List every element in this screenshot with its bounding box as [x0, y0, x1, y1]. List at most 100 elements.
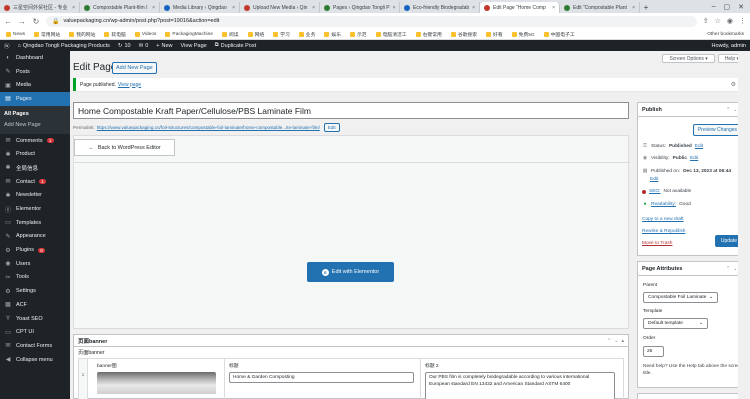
menu-dots-icon[interactable]: ⋮	[739, 17, 746, 25]
url-field[interactable]: 🔒 valuepackaging.cn/wp-admin/post.php?po…	[46, 15, 697, 27]
permalink-url[interactable]: https://www.valuepackaging.cn/foil-struc…	[97, 125, 320, 130]
star-icon[interactable]: ☆	[715, 17, 721, 25]
browser-tab[interactable]: Upload New Media ‹ Qin ×	[240, 2, 320, 13]
submenu-item[interactable]: Add New Page	[0, 120, 70, 131]
banner-image-thumbnail[interactable]	[97, 372, 216, 394]
bookmark-item[interactable]: 娱乐	[324, 31, 341, 38]
dismiss-icon[interactable]: ⚙	[731, 81, 736, 88]
bookmark-item[interactable]: 电脑清洁工	[375, 31, 407, 38]
bookmark-item[interactable]: 我的网站	[69, 31, 95, 38]
bookmark-item[interactable]: Videos	[134, 31, 156, 37]
menu-item-yoast[interactable]: Y Yoast SEO	[0, 312, 70, 326]
chevron-down-icon[interactable]: ⌄	[733, 266, 737, 272]
browser-tab[interactable]: Eco-friendly Biodegradab ×	[400, 2, 480, 13]
back-to-editor-button[interactable]: ← Back to WordPress Editor	[74, 139, 175, 156]
menu-item-comments[interactable]: ✉ Comments 1	[0, 134, 70, 148]
menu-item-templates[interactable]: ▭ Templates	[0, 216, 70, 230]
menu-item-contact[interactable]: ✉ Contact 1	[0, 175, 70, 189]
menu-item-pin[interactable]: ✎ Posts	[0, 65, 70, 79]
browser-tab[interactable]: 三星空间外贸社区 - 专业 ×	[0, 2, 80, 13]
chevron-up-icon[interactable]: ⌃	[726, 107, 730, 113]
move-to-trash-link[interactable]: Move to Trash	[642, 241, 672, 246]
toggle-panel-icon[interactable]: ▴	[621, 338, 624, 344]
comments-counter[interactable]: ✉ 0	[139, 43, 149, 49]
profile-icon[interactable]: ◉	[727, 17, 733, 25]
menu-item-newsletter[interactable]: ✱ Newsletter	[0, 189, 70, 203]
close-tab-icon[interactable]: ×	[312, 5, 315, 11]
bookmark-item[interactable]: 学习	[273, 31, 290, 38]
minimize-icon[interactable]: –	[712, 3, 716, 11]
menu-item-appearance[interactable]: ✎ Appearance	[0, 230, 70, 244]
browser-tab[interactable]: Compostable Plant-film I ×	[80, 2, 160, 13]
preview-changes-button[interactable]: Preview Changes	[692, 124, 742, 136]
browser-tab[interactable]: Edit “Compostable Plant ×	[560, 2, 640, 13]
published-edit-link[interactable]: Edit	[650, 177, 658, 182]
banner-title2-textarea[interactable]: Our PBS film is completely biodegradable…	[425, 372, 615, 399]
readability-link[interactable]: Readability:	[651, 202, 676, 207]
duplicate-post-link[interactable]: ⧉ Duplicate Post	[215, 42, 256, 49]
menu-item-users[interactable]: ◉ Users	[0, 257, 70, 271]
close-tab-icon[interactable]: ×	[72, 5, 75, 11]
close-tab-icon[interactable]: ×	[232, 5, 235, 11]
bookmark-item[interactable]: 网络	[247, 31, 264, 38]
bookmark-item[interactable]: 右键常用	[415, 31, 442, 38]
add-new-page-button[interactable]: Add New Page	[112, 62, 157, 74]
edit-with-elementor-button[interactable]: E Edit with Elementor	[307, 262, 394, 282]
chevron-down-icon[interactable]: ⌄	[733, 107, 737, 113]
rewrite-republish-link[interactable]: Rewrite & Republish	[642, 229, 685, 234]
template-select[interactable]: Default template ⌄	[643, 318, 708, 329]
close-window-icon[interactable]: ✕	[738, 3, 744, 11]
menu-item-plugins[interactable]: ⚙ Plugins 8	[0, 243, 70, 257]
menu-item-media[interactable]: ▣ Media	[0, 78, 70, 92]
chevron-up-icon[interactable]: ⌃	[607, 338, 611, 344]
new-content-button[interactable]: + New	[156, 43, 172, 49]
site-name[interactable]: ⌂ Qingdao Tongli Packaging Products	[18, 43, 110, 49]
view-page-notice-link[interactable]: View page	[118, 82, 141, 88]
share-icon[interactable]: ⇪	[703, 17, 709, 25]
bookmark-item[interactable]: 谷歌搜索	[450, 31, 477, 38]
bookmark-item[interactable]: PackagingMachine	[165, 31, 213, 37]
reload-icon[interactable]: ↻	[32, 17, 40, 26]
wp-logo-icon[interactable]: ⓦ	[4, 42, 10, 50]
menu-item-pages[interactable]: ▤ Pages	[0, 92, 70, 106]
browser-tab[interactable]: Media Library ‹ Qingdao ×	[160, 2, 240, 13]
close-tab-icon[interactable]: ×	[152, 5, 155, 11]
menu-item-forms[interactable]: ✉ Contact Forms	[0, 339, 70, 353]
order-input[interactable]: 26	[643, 346, 664, 357]
updates-counter[interactable]: ↻ 10	[118, 43, 131, 49]
chevron-down-icon[interactable]: ⌄	[614, 338, 618, 344]
bookmark-item[interactable]: 业务	[298, 31, 315, 38]
bookmark-item[interactable]: 示范	[350, 31, 367, 38]
permalink-edit-button[interactable]: Edit	[323, 123, 340, 132]
banner-title-input[interactable]: Home & Garden Composting	[229, 372, 414, 383]
close-tab-icon[interactable]: ×	[472, 5, 475, 11]
visibility-edit-link[interactable]: Edit	[690, 156, 698, 161]
view-page-link[interactable]: View Page	[181, 43, 207, 49]
bookmark-item[interactable]: 阅读	[221, 31, 239, 38]
menu-item-collapse[interactable]: ◀ Collapse menu	[0, 353, 70, 367]
bookmark-item[interactable]: 软电脑	[104, 31, 126, 38]
close-tab-icon[interactable]: ×	[552, 5, 555, 11]
bookmark-item[interactable]: News	[6, 31, 25, 37]
status-edit-link[interactable]: Edit	[695, 144, 703, 149]
browser-tab[interactable]: Pages ‹ Qingdao Tongli P ×	[320, 2, 400, 13]
menu-item-elementor[interactable]: ⓔ Elementor	[0, 202, 70, 216]
close-tab-icon[interactable]: ×	[632, 5, 635, 11]
other-bookmarks[interactable]: Other bookmarks	[707, 32, 744, 37]
menu-item-cptui[interactable]: ▭ CPT UI	[0, 325, 70, 339]
menu-item-acf[interactable]: ▦ ACF	[0, 298, 70, 312]
menu-item-tools[interactable]: ✂ Tools	[0, 271, 70, 285]
close-tab-icon[interactable]: ×	[393, 5, 396, 11]
howdy-account[interactable]: Howdy, admin	[712, 43, 746, 49]
submenu-item[interactable]: All Pages	[0, 109, 70, 120]
bookmark-item[interactable]: 免费5G	[511, 31, 535, 38]
chevron-up-icon[interactable]: ⌃	[726, 266, 730, 272]
menu-item-settings[interactable]: ⚙ Settings	[0, 284, 70, 298]
bookmark-item[interactable]: 好看	[486, 31, 503, 38]
back-arrow-icon[interactable]: ←	[4, 17, 12, 26]
menu-item-dashboard[interactable]: ◐ Dashboard	[0, 51, 70, 65]
browser-tab[interactable]: Edit Page “Home Comp ×	[480, 2, 560, 13]
post-title-input[interactable]: Home Compostable Kraft Paper/Cellulose/P…	[73, 102, 629, 119]
copy-draft-link[interactable]: Copy to a new draft	[642, 217, 684, 222]
new-tab-button[interactable]: +	[640, 2, 652, 13]
